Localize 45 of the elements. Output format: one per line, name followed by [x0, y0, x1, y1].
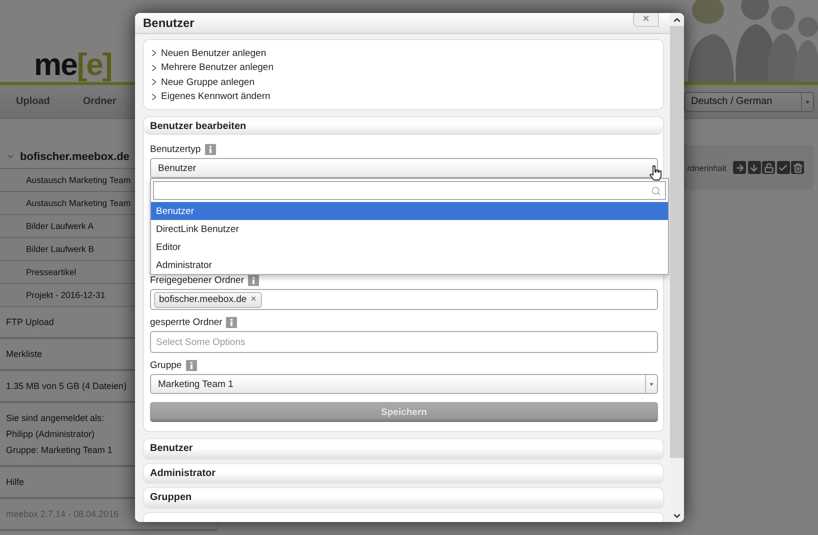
dropdown-option[interactable]: DirectLink Benutzer [151, 220, 668, 238]
chevron-right-icon [152, 50, 156, 56]
section-header[interactable]: Administrator [143, 462, 664, 484]
field-label: Benutzertyp [150, 144, 201, 155]
action-link[interactable]: Mehrere Benutzer anlegen [161, 62, 274, 74]
search-field[interactable] [153, 181, 666, 200]
check-icon[interactable] [776, 161, 790, 174]
section-header[interactable]: Benutzer bearbeiten [144, 117, 663, 135]
action-link[interactable]: Neue Gruppe anlegen [161, 76, 254, 88]
chevron-right-icon [152, 64, 156, 71]
language-select[interactable]: Deutsch / German [684, 92, 814, 112]
close-button[interactable]: × [633, 13, 659, 27]
chevron-right-icon [152, 79, 156, 86]
arrow-right-icon[interactable] [733, 161, 746, 174]
action-link[interactable]: Neuen Benutzer anlegen [161, 48, 266, 59]
tree-label: bofischer.meebox.de [20, 150, 130, 162]
logo: me[e] [34, 49, 112, 80]
dropdown-option[interactable]: Editor [151, 238, 668, 256]
toolbar-label: rdnerinhalt [687, 162, 726, 172]
info-icon [186, 360, 197, 371]
nav-link[interactable]: Ordner [82, 96, 116, 107]
section-title: Benutzer bearbeiten [150, 120, 246, 132]
section-header[interactable]: Gruppen [143, 487, 664, 508]
dialog-title: Benutzer [143, 16, 194, 30]
field-label: Gruppe [150, 360, 182, 371]
scrollbar[interactable] [670, 13, 684, 522]
login-info: Sie sind angemeldet als: [6, 412, 104, 425]
dropdown-option[interactable]: Administrator [151, 256, 668, 274]
info-icon [204, 144, 216, 155]
group-select[interactable]: Marketing Team 1 [150, 374, 658, 394]
trash-icon[interactable] [791, 161, 804, 174]
section-header[interactable]: Benutzer [143, 438, 664, 460]
dropdown-option[interactable]: Benutzer [151, 202, 668, 220]
folder-field[interactable]: bofischer.meebox.de × [150, 289, 658, 310]
nav-link[interactable]: Upload [16, 96, 50, 107]
action-link[interactable]: Eigenes Kennwort ändern [161, 91, 270, 102]
login-info: Gruppe: Marketing Team 1 [6, 444, 112, 457]
info-icon [226, 317, 238, 328]
search-icon [651, 186, 661, 196]
remove-button[interactable]: × [250, 294, 257, 304]
login-info: Philipp (Administrator) [6, 428, 95, 441]
chevron-right-icon [152, 94, 156, 100]
unlock-icon[interactable] [762, 161, 775, 174]
locked-folders-field[interactable]: Select Some Options [150, 331, 658, 353]
arrow-down-icon[interactable] [748, 161, 760, 174]
